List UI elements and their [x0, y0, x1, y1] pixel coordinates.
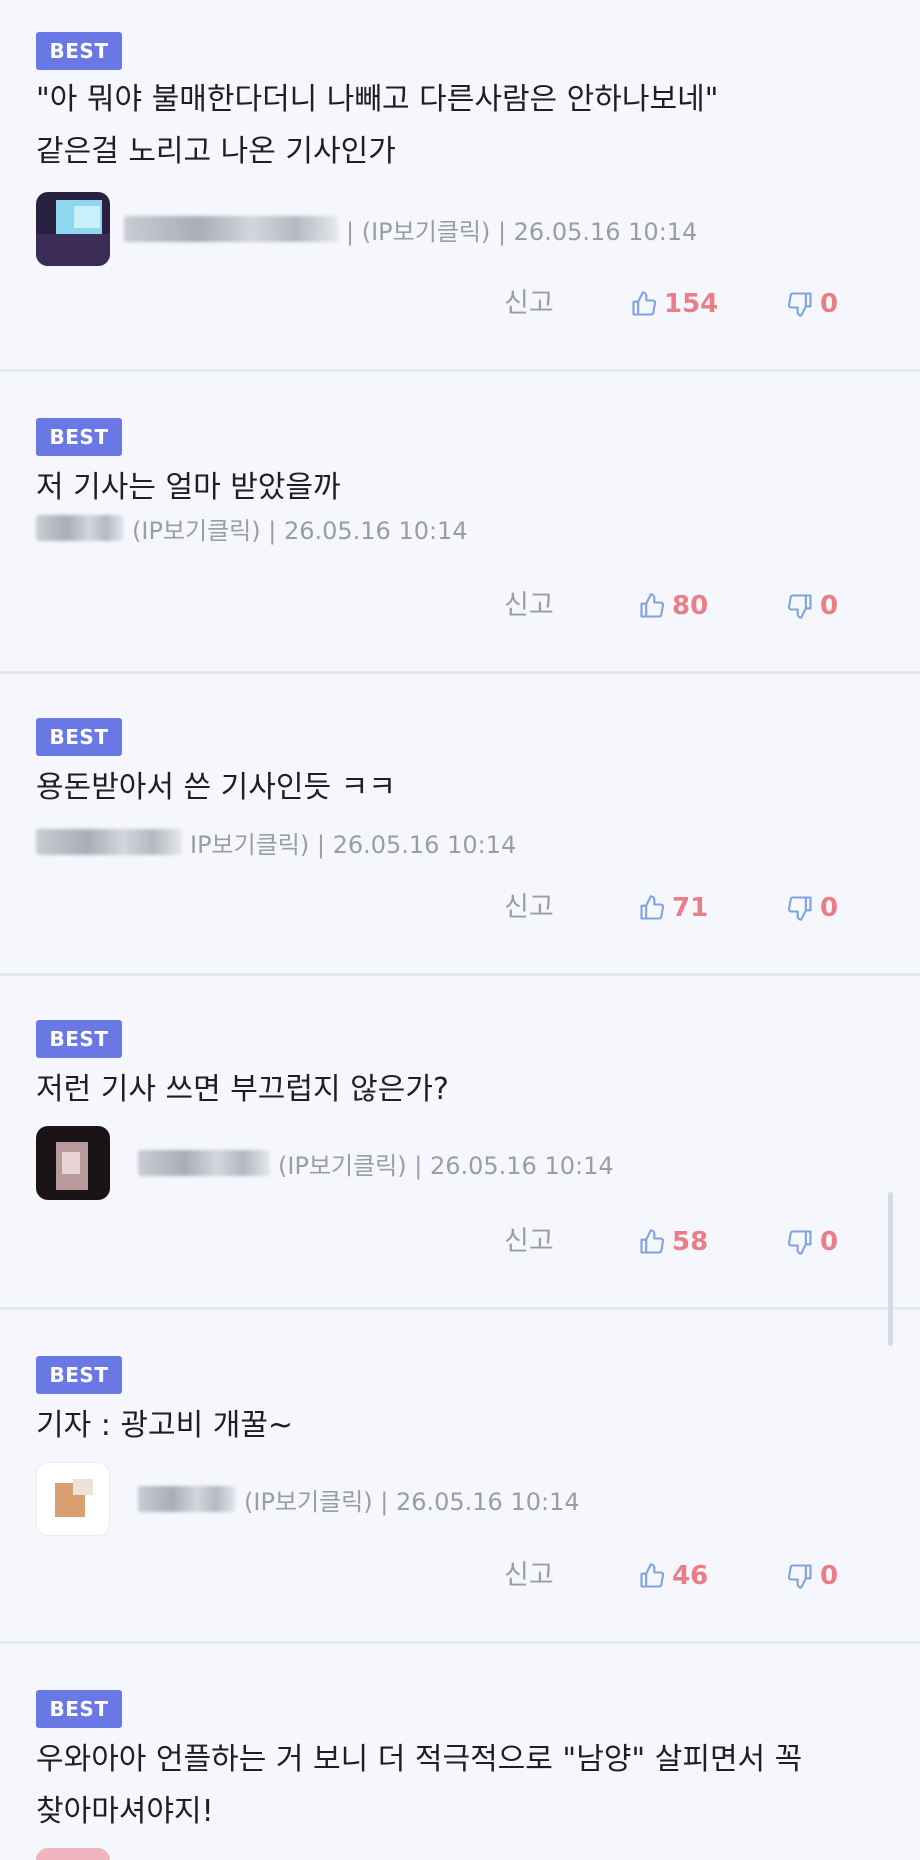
comment-item: BEST 우와아아 언플하는 거 보니 더 적극적으로 "남양" 살피면서 꼭 …: [0, 1644, 920, 1860]
dislike-count: 0: [820, 1227, 839, 1257]
report-button[interactable]: 신고: [504, 1554, 554, 1598]
comment-item: BEST 기자 : 광고비 개꿀~ (IP보기클릭) | 26.05.16 10…: [0, 1310, 920, 1644]
comment-list: BEST "아 뭐야 불매한다더니 나빼고 다른사람은 안하나보네" 같은걸 노…: [0, 0, 920, 1860]
report-button[interactable]: 신고: [504, 584, 554, 628]
scrollbar[interactable]: [888, 1192, 893, 1346]
author-name-blurred[interactable]: [124, 216, 338, 242]
avatar[interactable]: [36, 1848, 110, 1860]
best-badge: BEST: [36, 1690, 122, 1728]
avatar[interactable]: [36, 192, 110, 266]
dislike-button[interactable]: 0: [786, 886, 838, 930]
report-button[interactable]: 신고: [504, 886, 554, 930]
comment-ip-date[interactable]: (IP보기클릭) | 26.05.16 10:14: [132, 511, 468, 546]
comment-actions: 신고 58 0: [0, 1220, 920, 1264]
like-button[interactable]: 80: [638, 584, 708, 628]
comment-text: 기자 : 광고비 개꿀~: [36, 1408, 294, 1443]
like-button[interactable]: 46: [638, 1554, 708, 1598]
like-count: 154: [664, 289, 719, 319]
author-name-blurred[interactable]: [138, 1150, 270, 1176]
like-button[interactable]: 71: [638, 886, 708, 930]
comment-ip-date[interactable]: | (IP보기클릭) | 26.05.16 10:14: [346, 212, 697, 247]
dislike-count: 0: [820, 591, 839, 621]
comment-actions: 신고 71 0: [0, 886, 920, 930]
comment-meta: IP보기클릭) | 26.05.16 10:14: [36, 820, 516, 864]
thumbs-up-icon: [640, 1229, 665, 1254]
comment-actions: 신고 46 0: [0, 1554, 920, 1598]
report-button[interactable]: 신고: [504, 282, 554, 326]
dislike-button[interactable]: 0: [786, 1220, 838, 1264]
dislike-button[interactable]: 0: [786, 584, 838, 628]
thumbs-down-icon: [787, 594, 812, 619]
comment-meta: (IP보기클릭) | 26.05.16 10:14: [36, 1462, 580, 1536]
thumbs-up-icon: [640, 593, 665, 618]
comment-meta: (IP보기클릭) | 26.05.16 10:14: [36, 1126, 614, 1200]
comment-item: BEST 용돈받아서 쓴 기사인듯 ㅋㅋ IP보기클릭) | 26.05.16 …: [0, 674, 920, 976]
comment-meta: (IP보기클릭) | 26.05.16 10:14: [36, 506, 468, 550]
comment-meta: | (IP보기클릭) | 26.05.16 10:14: [36, 192, 697, 266]
comment-item: BEST "아 뭐야 불매한다더니 나빼고 다른사람은 안하나보네" 같은걸 노…: [0, 0, 920, 372]
best-badge: BEST: [36, 718, 122, 756]
thumbs-up-icon: [640, 895, 665, 920]
best-badge: BEST: [36, 32, 122, 70]
dislike-button[interactable]: 0: [786, 282, 838, 326]
like-count: 58: [672, 1227, 709, 1257]
comment-actions: 신고 154 0: [0, 282, 920, 326]
best-badge: BEST: [36, 418, 122, 456]
thumbs-down-icon: [787, 1230, 812, 1255]
comment-actions: 신고 80 0: [0, 584, 920, 628]
thumbs-up-icon: [640, 1563, 665, 1588]
dislike-count: 0: [820, 1561, 839, 1591]
like-button[interactable]: 154: [630, 282, 718, 326]
comment-item: BEST 저런 기사 쓰면 부끄럽지 않은가? (IP보기클릭) | 26.05…: [0, 976, 920, 1310]
dislike-count: 0: [820, 289, 839, 319]
comment-ip-date[interactable]: IP보기클릭) | 26.05.16 10:14: [190, 825, 516, 860]
dislike-button[interactable]: 0: [786, 1554, 838, 1598]
avatar[interactable]: [36, 1462, 110, 1536]
like-count: 71: [672, 893, 709, 923]
dislike-count: 0: [820, 893, 839, 923]
thumbs-down-icon: [787, 292, 812, 317]
comment-item: BEST 저 기사는 얼마 받았을까 (IP보기클릭) | 26.05.16 1…: [0, 372, 920, 674]
comment-text: "아 뭐야 불매한다더니 나빼고 다른사람은 안하나보네" 같은걸 노리고 나온…: [36, 82, 719, 169]
author-name-blurred[interactable]: [36, 515, 124, 541]
author-name-blurred[interactable]: [138, 1486, 236, 1512]
like-count: 46: [672, 1561, 709, 1591]
author-name-blurred[interactable]: [36, 829, 182, 855]
comment-ip-date[interactable]: (IP보기클릭) | 26.05.16 10:14: [244, 1482, 580, 1517]
like-button[interactable]: 58: [638, 1220, 708, 1264]
report-button[interactable]: 신고: [504, 1220, 554, 1264]
best-badge: BEST: [36, 1020, 122, 1058]
best-badge: BEST: [36, 1356, 122, 1394]
like-count: 80: [672, 591, 709, 621]
thumbs-down-icon: [787, 1564, 812, 1589]
comment-text: 용돈받아서 쓴 기사인듯 ㅋㅋ: [36, 770, 396, 805]
avatar[interactable]: [36, 1126, 110, 1200]
comment-ip-date[interactable]: (IP보기클릭) | 26.05.16 10:14: [278, 1146, 614, 1181]
comment-text: 저런 기사 쓰면 부끄럽지 않은가?: [36, 1072, 449, 1107]
comment-text: 우와아아 언플하는 거 보니 더 적극적으로 "남양" 살피면서 꼭 찾아마셔야…: [36, 1742, 803, 1829]
thumbs-up-icon: [632, 291, 657, 316]
thumbs-down-icon: [787, 896, 812, 921]
